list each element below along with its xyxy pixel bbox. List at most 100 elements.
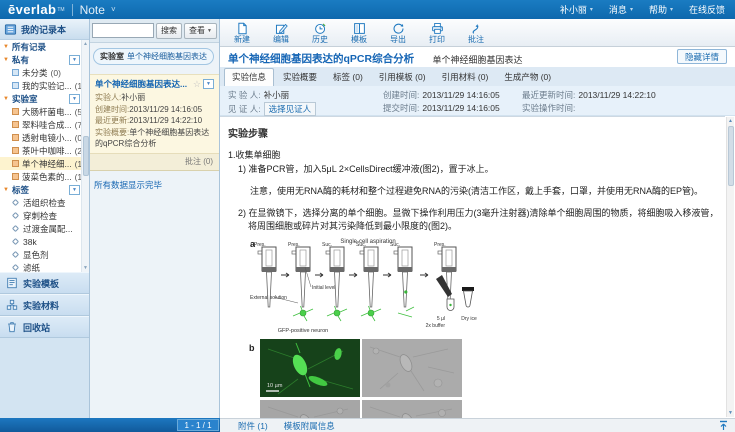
messages-menu[interactable]: 消息▾ — [609, 3, 633, 16]
sidebar-item-lab-1[interactable]: 翠料哇合成...(7) — [0, 118, 82, 131]
favorite-star-icon[interactable]: ☆ — [193, 79, 201, 90]
template-button[interactable]: 模板 — [345, 22, 373, 44]
scroll-up-icon[interactable]: ▲ — [728, 118, 733, 124]
card-dropdown[interactable]: ▼ — [203, 79, 214, 89]
button-label: 打印 — [429, 35, 445, 44]
dic-image-3-pipette — [362, 400, 462, 418]
chevron-down-icon[interactable]: ˅ — [111, 5, 116, 14]
button-label: 编辑 — [273, 35, 289, 44]
tab-experiment-info[interactable]: 实验信息 — [224, 68, 274, 86]
edit-button[interactable]: 编辑 — [267, 22, 295, 44]
top-bar: ēverlab TM Note ˅ 补小丽▾ 消息▾ 帮助▾ 在线反馈 — [0, 0, 735, 19]
sidebar-item-my-records[interactable]: 我的实验记...(1) — [0, 79, 82, 92]
sidebar-tag-1[interactable]: 穿刺检查 — [0, 209, 82, 222]
field-value: 补小丽 — [264, 90, 290, 100]
sidebar-scrollbar[interactable]: ▲▼ — [81, 40, 89, 272]
item-label: 单个神经细... — [22, 158, 72, 170]
tab-experiment-summary[interactable]: 实验概要 — [276, 69, 324, 86]
hide-details-button[interactable]: 隐藏详情 — [677, 49, 727, 64]
card-title[interactable]: 单个神经细胞基因表达... — [95, 78, 191, 90]
scroll-down-icon[interactable]: ▼ — [728, 410, 733, 416]
sidebar-item-materials[interactable]: 实验材料 — [0, 294, 89, 316]
search-button[interactable]: 搜索 — [156, 23, 182, 39]
caret-down-icon: ▾ — [630, 6, 633, 13]
user-name: 补小丽 — [560, 3, 587, 16]
buffer-volume-label: 5 µl — [437, 316, 445, 322]
sidebar-tag-4[interactable]: 显色剂 — [0, 248, 82, 261]
sidebar-tag-5[interactable]: 滤纸 — [0, 261, 82, 272]
sidebar-item-templates[interactable]: 实验模板 — [0, 272, 89, 294]
choose-witness-button[interactable]: 选择见证人 — [264, 102, 317, 116]
item-label: 未分类 — [22, 67, 48, 79]
help-menu[interactable]: 帮助▾ — [649, 3, 673, 16]
notebook-header[interactable]: 我的记录本 — [0, 19, 89, 40]
sidebar-item-uncategorized[interactable]: 未分类(0) — [0, 66, 82, 79]
scrollbar-thumb[interactable] — [728, 126, 734, 186]
nav-label: 实验材料 — [23, 299, 59, 312]
sidebar-tag-0[interactable]: 活组织检查 — [0, 196, 82, 209]
annotation-link[interactable]: 批注 (0) — [185, 157, 213, 166]
tree-section-all-records[interactable]: ▼所有记录 — [0, 40, 82, 53]
tab-referenced-templates[interactable]: 引用模板 (0) — [372, 69, 433, 86]
nav-label: 回收站 — [23, 321, 50, 334]
card-created-row: 创建时间:2013/11/29 14:16:05 — [95, 104, 214, 116]
tag-icon — [12, 251, 19, 258]
document-scrollbar[interactable]: ▲ ▼ — [726, 117, 734, 417]
filter-chip[interactable]: 实验室单个神经细胞基因表达 — [93, 48, 214, 65]
user-menu[interactable]: 补小丽▾ — [560, 3, 593, 16]
export-button[interactable]: 导出 — [384, 22, 412, 44]
history-clock-icon — [314, 22, 327, 35]
section-dropdown[interactable]: ▼ — [69, 94, 80, 104]
history-button[interactable]: 历史 — [306, 22, 334, 44]
pressure-label: Pres. — [288, 242, 300, 248]
print-button[interactable]: 打印 — [423, 22, 451, 44]
product-name: Note — [80, 3, 105, 17]
tree-section-tags[interactable]: ▼标签▼ — [0, 183, 82, 196]
pagination-label: 1 - 1 / 1 — [177, 419, 219, 431]
experiment-document: 实验步骤 1.收集单细胞 1) 准备PCR管，加入5μL 2×CellsDire… — [220, 116, 725, 418]
experiment-card-selected[interactable]: 单个神经细胞基因表达... ☆ ▼ 实验人:补小丽 创建时间:2013/11/2… — [90, 74, 219, 171]
template-info-link[interactable]: 模板附属信息 — [284, 420, 335, 432]
sidebar-item-lab-4-selected[interactable]: 单个神经细...(1) — [0, 157, 82, 170]
section-label: 所有记录 — [12, 41, 46, 53]
dry-ice-label: Dry ice — [461, 316, 477, 322]
aspiration-title: Single-cell aspiration — [340, 239, 395, 245]
search-input[interactable] — [92, 23, 154, 38]
everlab-logo: ēverlab — [8, 2, 56, 17]
field-label: 最近更新时间: — [522, 90, 575, 100]
notebook-square-icon — [12, 147, 19, 154]
scroll-up-icon[interactable]: ▲ — [83, 41, 88, 47]
section-dropdown[interactable]: ▼ — [69, 185, 80, 195]
item-label: 大肠杆菌电... — [22, 106, 72, 118]
attachments-link[interactable]: 附件 (1) — [238, 420, 268, 432]
sidebar-item-lab-5[interactable]: 菠菜色素的...(1) — [0, 170, 82, 183]
scrollbar-thumb[interactable] — [83, 136, 89, 176]
tab-referenced-materials[interactable]: 引用材料 (0) — [435, 69, 496, 86]
tab-generated-products[interactable]: 生成产物 (0) — [497, 69, 558, 86]
card-annotation-row: 批注 (0) — [90, 153, 219, 170]
sidebar-item-lab-3[interactable]: 茶叶中咖啡...(2) — [0, 144, 82, 157]
sidebar-item-lab-2[interactable]: 透射电镜小...(0) — [0, 131, 82, 144]
expand-arrow-icon: ▼ — [3, 187, 9, 193]
scroll-down-icon[interactable]: ▼ — [83, 265, 88, 271]
collapse-to-top-button[interactable] — [718, 420, 729, 432]
sidebar-item-recycle-bin[interactable]: 回收站 — [0, 316, 89, 338]
button-label: 模板 — [351, 35, 367, 44]
section-dropdown[interactable]: ▼ — [69, 55, 80, 65]
new-button[interactable]: 新建 — [228, 22, 256, 44]
tree-section-private[interactable]: ▼私有▼ — [0, 53, 82, 66]
content-header: 单个神经细胞基因表达的qPCR综合分析 单个神经细胞基因表达 隐藏详情 — [220, 47, 735, 67]
sidebar-tag-3[interactable]: 38k — [0, 235, 82, 248]
sidebar-tag-2[interactable]: 过渡金属配... — [0, 222, 82, 235]
sidebar-item-lab-0[interactable]: 大肠杆菌电...(5) — [0, 105, 82, 118]
view-dropdown-button[interactable]: 查看▼ — [184, 23, 217, 39]
buffer-name-label: 2x buffer — [426, 323, 446, 329]
help-label: 帮助 — [649, 3, 667, 16]
feedback-link[interactable]: 在线反馈 — [689, 3, 725, 16]
sidebar: 我的记录本 ▼所有记录 ▼私有▼ 未分类(0) 我的实验记...(1) ▼实验室… — [0, 19, 90, 418]
tree-section-lab[interactable]: ▼实验室▼ — [0, 92, 82, 105]
annotate-button[interactable]: 批注 — [462, 22, 490, 44]
tab-tags[interactable]: 标签 (0) — [326, 69, 370, 86]
notebook-square-icon — [12, 69, 19, 76]
annotate-icon — [470, 22, 483, 35]
